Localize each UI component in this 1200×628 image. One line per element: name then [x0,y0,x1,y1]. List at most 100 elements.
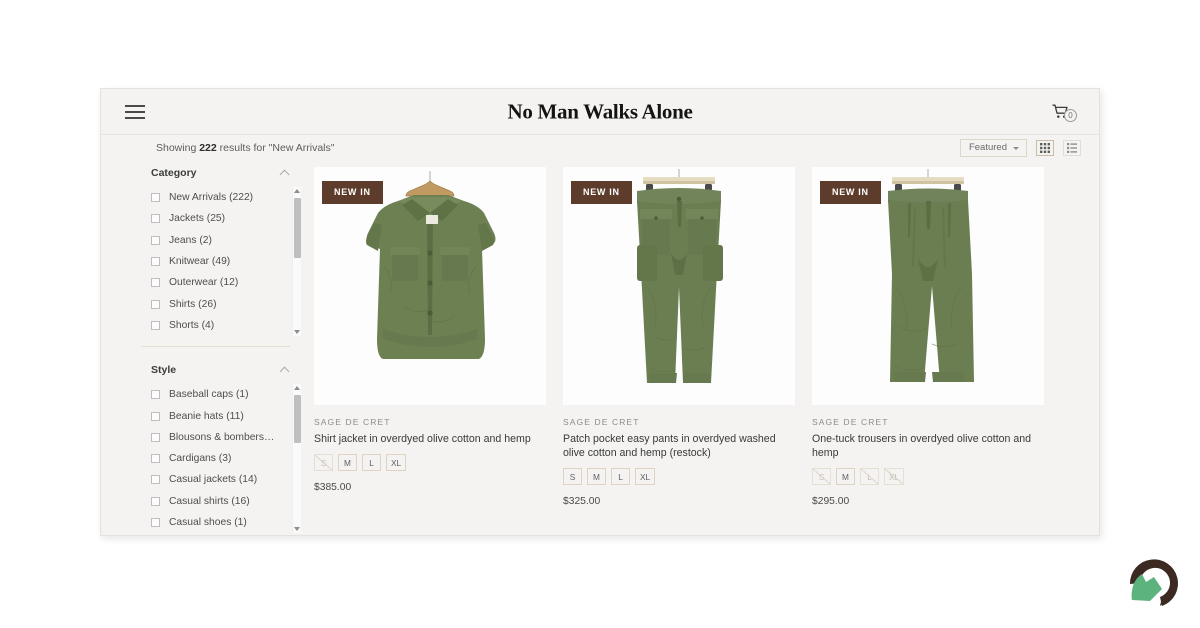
category-scrollbar[interactable] [292,187,301,336]
filter-item[interactable]: Shorts (4) [141,315,301,336]
size-option[interactable]: L [362,454,381,471]
checkbox[interactable] [151,475,160,484]
checkbox[interactable] [151,257,160,266]
checkbox[interactable] [151,412,160,421]
size-option[interactable]: XL [386,454,406,471]
chevron-down-icon [1013,147,1019,150]
filter-list-category: New Arrivals (222) Jackets (25) Jeans (2… [141,187,301,336]
checkbox[interactable] [151,454,160,463]
filter-item-label: Blousons & bombers… [169,432,274,443]
size-option[interactable]: XL [635,468,655,485]
checkbox[interactable] [151,278,160,287]
cart-count-badge: 0 [1064,109,1077,122]
spartan-helmet-icon [1120,548,1186,614]
filter-item[interactable]: Casual shoes (1) [141,512,301,533]
checkbox[interactable] [151,321,160,330]
filter-item[interactable]: Casual jackets (14) [141,469,301,490]
filters-sidebar: Category New Arrivals (222) Jackets (25) [101,161,301,536]
size-options: S M L XL [563,468,795,485]
filter-list-style: Baseball caps (1) Beanie hats (11) Blous… [141,384,301,533]
checkbox[interactable] [151,300,160,309]
product-brand: SAGE DE CRET [812,417,1044,427]
size-option[interactable]: M [836,468,855,485]
size-option: S [812,468,831,485]
toolbar-controls: Featured [960,139,1081,157]
filter-group-style-header[interactable]: Style [141,358,290,384]
filter-item[interactable]: Outerwear (12) [141,272,301,293]
size-option: S [314,454,333,471]
chevron-up-icon [280,170,290,180]
product-price: $295.00 [812,496,1044,507]
style-scrollbar[interactable] [292,384,301,533]
results-prefix: Showing [156,142,199,154]
checkbox[interactable] [151,518,160,527]
size-option[interactable]: M [587,468,606,485]
size-option[interactable]: S [563,468,582,485]
scroll-up-arrow-icon[interactable] [294,386,300,390]
product-grid: NEW IN SAGE DE CRET Shirt jacket in over… [301,161,1099,536]
size-option: XL [884,468,904,485]
product-name[interactable]: Patch pocket easy pants in overdyed wash… [563,432,785,460]
filter-item[interactable]: Blousons & bombers… [141,427,301,448]
filter-item-label: Knitwear (49) [169,256,230,267]
results-toolbar: Showing 222 results for "New Arrivals" F… [101,135,1099,161]
scrollbar-thumb[interactable] [294,198,301,258]
product-card[interactable]: NEW IN SAGE DE CRET Shirt jacket in over… [314,167,546,536]
product-image[interactable]: NEW IN [563,167,795,405]
scrollbar-thumb[interactable] [294,395,301,443]
filter-item[interactable]: Casual shirts (16) [141,491,301,512]
new-in-badge: NEW IN [571,181,632,204]
filter-group-category-header[interactable]: Category [141,161,290,187]
filter-item-label: Casual jackets (14) [169,474,257,485]
content-area: Category New Arrivals (222) Jackets (25) [101,161,1099,536]
scroll-up-arrow-icon[interactable] [294,189,300,193]
filter-item[interactable]: Cardigans (3) [141,448,301,469]
product-name[interactable]: Shirt jacket in overdyed olive cotton an… [314,432,536,446]
site-header: No Man Walks Alone 0 [101,89,1099,135]
filter-item-label: Baseball caps (1) [169,389,249,400]
chevron-up-icon [280,367,290,377]
filter-item[interactable]: New Arrivals (222) [141,187,301,208]
page-canvas: No Man Walks Alone 0 Showing 222 results… [0,0,1200,628]
filter-group-category-title: Category [151,167,197,179]
size-option: L [860,468,879,485]
checkbox[interactable] [151,497,160,506]
filter-item[interactable]: Knitwear (49) [141,251,301,272]
checkbox[interactable] [151,433,160,442]
product-price: $325.00 [563,496,795,507]
checkbox[interactable] [151,390,160,399]
grid-view-button[interactable] [1036,140,1054,156]
product-image[interactable]: NEW IN [812,167,1044,405]
checkbox[interactable] [151,214,160,223]
hamburger-menu-icon[interactable] [125,105,145,119]
brand-logo[interactable]: No Man Walks Alone [507,99,692,124]
site-window: No Man Walks Alone 0 Showing 222 results… [100,88,1100,536]
product-brand: SAGE DE CRET [314,417,546,427]
filter-item-label: Beanie hats (11) [169,411,244,422]
filter-item[interactable]: Beanie hats (11) [141,405,301,426]
cart-button[interactable]: 0 [1052,104,1077,120]
filter-item[interactable]: Jackets (25) [141,208,301,229]
filter-item-label: Cardigans (3) [169,453,231,464]
filter-item[interactable]: Baseball caps (1) [141,384,301,405]
size-option[interactable]: L [611,468,630,485]
product-name[interactable]: One-tuck trousers in overdyed olive cott… [812,432,1034,460]
filter-item[interactable]: Jeans (2) [141,230,301,251]
size-options: S M L XL [314,454,546,471]
list-view-button[interactable] [1063,140,1081,156]
checkbox[interactable] [151,236,160,245]
size-option[interactable]: M [338,454,357,471]
product-image[interactable]: NEW IN [314,167,546,405]
new-in-badge: NEW IN [820,181,881,204]
filter-item-label: Shorts (4) [169,320,214,331]
scroll-down-arrow-icon[interactable] [294,527,300,531]
product-card[interactable]: NEW IN SAGE DE CRET Patch pocket easy pa… [563,167,795,536]
sort-dropdown[interactable]: Featured [960,139,1027,157]
filter-item-label: Casual shirts (16) [169,496,250,507]
scroll-down-arrow-icon[interactable] [294,330,300,334]
checkbox[interactable] [151,193,160,202]
product-card[interactable]: NEW IN SAGE DE CRET One-tuck trousers in… [812,167,1044,536]
list-view-icon [1067,143,1077,153]
filter-group-style: Style Baseball caps (1) Beanie hats (11) [141,346,301,533]
filter-item[interactable]: Shirts (26) [141,293,301,314]
